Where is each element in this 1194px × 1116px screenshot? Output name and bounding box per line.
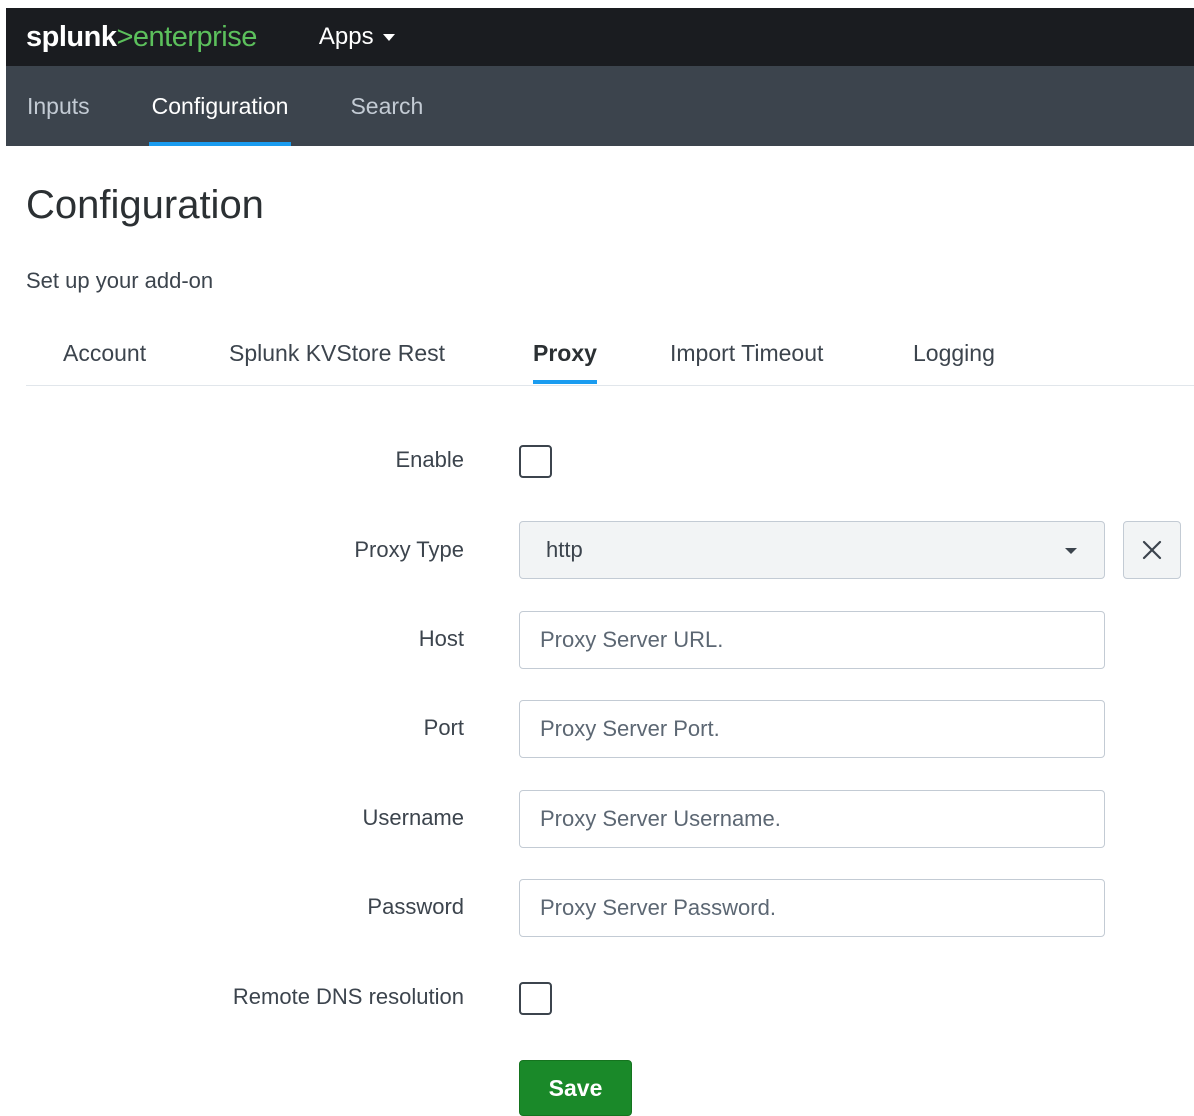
active-tab-indicator [533,380,597,384]
top-bar: splunk>enterprise Apps [6,8,1194,66]
nav-item-label: Inputs [27,92,90,119]
clear-proxy-type-button[interactable] [1123,521,1181,579]
logo-separator: > [116,20,133,53]
port-input[interactable] [519,700,1105,758]
apps-menu-label: Apps [318,23,374,50]
remote-dns-label: Remote DNS resolution [232,984,464,1009]
tab-label: Splunk KVStore Rest [229,340,446,366]
enable-label: Enable [395,447,464,472]
apps-menu[interactable]: Apps [319,23,395,51]
caret-down-icon [1065,548,1077,554]
config-tabs: Account Splunk KVStore Rest Proxy Import… [26,330,1194,386]
tab-import-timeout[interactable]: Import Timeout [670,340,823,367]
caret-down-icon [382,33,395,41]
enable-checkbox[interactable] [519,445,552,478]
username-label: Username [362,805,464,830]
proxy-type-value: http [546,537,583,562]
proxy-type-label: Proxy Type [354,537,464,562]
tab-proxy[interactable]: Proxy [533,340,597,384]
nav-item-inputs[interactable]: Inputs [24,66,93,146]
nav-item-configuration[interactable]: Configuration [148,66,292,146]
tab-label: Logging [913,340,995,366]
close-icon [1142,540,1162,560]
tab-label: Account [63,340,147,366]
tab-logging[interactable]: Logging [913,340,995,367]
logo-brand: splunk [26,20,117,53]
nav-item-label: Search [350,92,424,119]
port-label: Port [423,715,464,740]
tab-label: Import Timeout [670,340,824,366]
tab-label: Proxy [533,340,597,366]
username-input[interactable] [519,790,1105,848]
proxy-type-select[interactable]: http [519,521,1105,579]
tab-account[interactable]: Account [63,340,146,367]
page-subtitle: Set up your add-on [26,268,214,293]
host-label: Host [418,626,464,651]
host-input[interactable] [519,611,1105,669]
password-input[interactable] [519,879,1105,937]
save-button[interactable]: Save [519,1060,632,1116]
nav-item-search[interactable]: Search [347,66,426,146]
tab-splunk-kvstore-rest[interactable]: Splunk KVStore Rest [229,340,445,367]
password-label: Password [367,894,464,919]
splunk-logo[interactable]: splunk>enterprise [26,21,257,54]
remote-dns-checkbox[interactable] [519,982,552,1015]
page-title: Configuration [26,183,264,227]
app-nav: Inputs Configuration Search [6,66,1194,146]
nav-item-label: Configuration [151,92,289,119]
logo-product: enterprise [132,20,257,53]
